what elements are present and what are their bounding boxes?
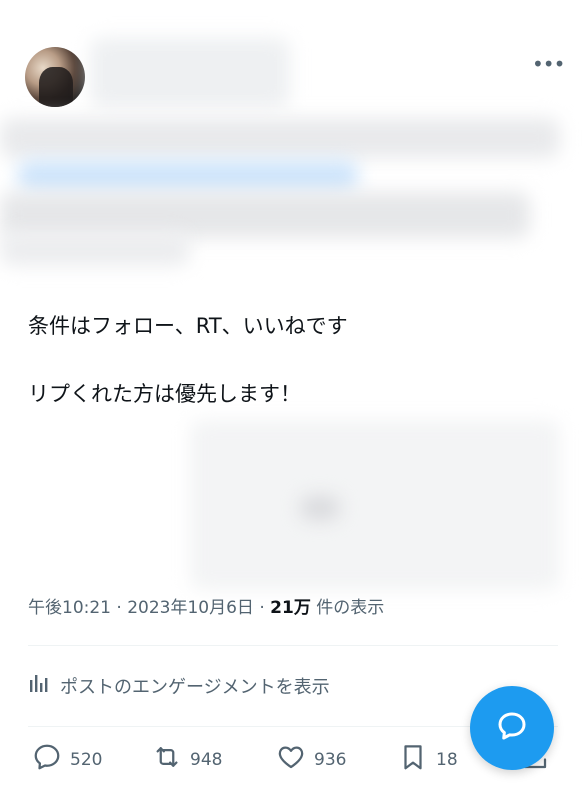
divider <box>28 645 558 646</box>
view-engagements-label: ポストのエンゲージメントを表示 <box>60 676 330 698</box>
blurred-post-text-line <box>0 232 190 266</box>
view-engagements-link[interactable]: ポストのエンゲージメントを表示 <box>28 672 330 699</box>
blurred-post-link <box>18 160 358 192</box>
author-avatar[interactable] <box>25 47 85 107</box>
analytics-icon <box>28 672 50 699</box>
like-button[interactable]: 936 <box>276 742 346 777</box>
view-count: 21万 <box>270 598 311 618</box>
blurred-media-mark <box>300 496 340 520</box>
like-count: 936 <box>314 749 347 770</box>
reply-button[interactable]: 520 <box>32 742 102 777</box>
compose-reply-fab[interactable] <box>470 686 554 770</box>
heart-icon <box>276 742 306 777</box>
bookmark-icon <box>398 742 428 777</box>
post-text-priority: リプくれた方は優先します！ <box>28 382 301 406</box>
reply-count: 520 <box>70 749 103 770</box>
post-time[interactable]: 午後10:21 <box>28 598 111 618</box>
reply-bubble-icon <box>494 708 530 748</box>
repost-button[interactable]: 948 <box>152 742 222 777</box>
blurred-author-name <box>90 38 290 108</box>
more-options-icon[interactable]: ••• <box>532 52 565 76</box>
repost-icon <box>152 742 182 777</box>
post-meta: 午後10:21 · 2023年10月6日 · 21万 件の表示 <box>28 593 384 618</box>
reply-icon <box>32 742 62 777</box>
blurred-post-text-line <box>0 118 560 158</box>
repost-count: 948 <box>190 749 223 770</box>
blurred-media-card <box>190 420 560 590</box>
meta-separator: · <box>253 598 271 618</box>
meta-separator: · <box>111 598 128 618</box>
post-date[interactable]: 2023年10月6日 <box>127 598 254 618</box>
post-text-conditions: 条件はフォロー、RT、いいねです <box>28 314 348 338</box>
bookmark-count: 18 <box>436 749 458 770</box>
view-count-suffix: 件の表示 <box>310 598 385 618</box>
bookmark-button[interactable]: 18 <box>398 742 458 777</box>
